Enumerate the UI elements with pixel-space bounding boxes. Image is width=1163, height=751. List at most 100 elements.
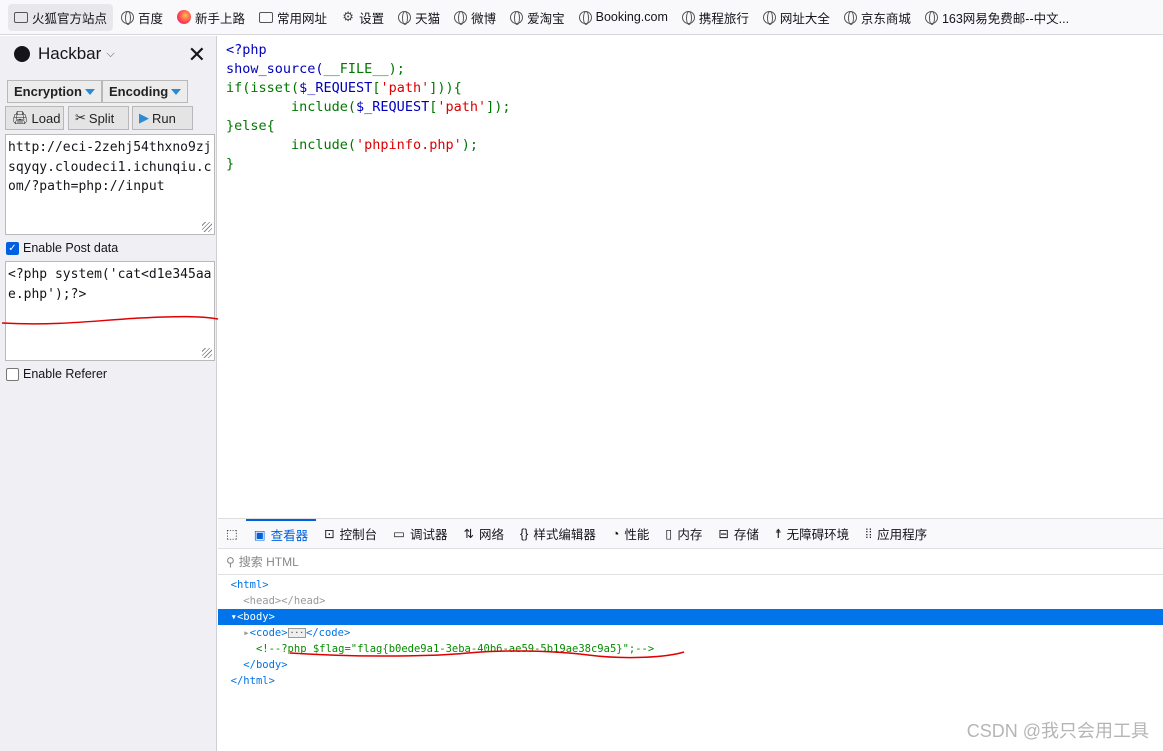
split-label: Split (88, 110, 115, 126)
tab-label: 存储 (733, 528, 759, 542)
braces-icon: {} (519, 526, 529, 541)
bookmarks-toolbar: 火狐官方站点 百度 新手上路 常用网址 ⚙ 设置 天猫 微博 爱淘宝 Bookin… (0, 0, 1163, 35)
url-textarea[interactable]: http://eci-2zehj54thxno9zjsqyqy.cloudeci… (5, 134, 215, 235)
tree-node-html[interactable]: <html> (218, 577, 1163, 593)
tree-node-body-close[interactable]: </body> (218, 657, 1163, 673)
tab-application[interactable]: ⁞⁞ 应用程序 (857, 519, 935, 549)
bookmark-label: 天猫 (415, 11, 441, 26)
folder-icon (14, 11, 28, 23)
load-button[interactable]: 🖨 Load (5, 106, 64, 130)
tab-label: 样式编辑器 (533, 528, 596, 542)
tab-network[interactable]: ⇅ 网络 (455, 519, 512, 549)
folder-icon (259, 11, 274, 23)
element-picker-button[interactable]: ⬚ (218, 519, 246, 549)
bookmark-label: 微博 (471, 11, 497, 26)
bookmark-item[interactable]: 163网易免费邮--中文... (919, 4, 1075, 31)
tab-storage[interactable]: ⊟ 存储 (710, 519, 767, 549)
dropdown-arrow-icon (84, 88, 95, 95)
code-line: }else{ (226, 118, 275, 134)
inspector-icon: ▣ (253, 528, 266, 542)
bookmark-label: 常用网址 (277, 11, 328, 26)
tab-label: 网络 (478, 528, 504, 542)
globe-icon (762, 10, 776, 25)
url-text: http://eci-2zehj54thxno9zjsqyqy.cloudeci… (8, 140, 212, 194)
bookmark-label: 163网易免费邮--中文... (941, 11, 1070, 26)
watermark: CSDN @我只会用工具 (966, 721, 1149, 741)
bookmark-label: 网址大全 (779, 11, 830, 26)
sidebar-header[interactable]: Hackbar ⌵ (0, 36, 216, 72)
network-icon: ⇅ (463, 527, 474, 541)
tab-label: 控制台 (339, 528, 378, 542)
tree-node-body[interactable]: ▾<body> (218, 609, 1163, 625)
bookmark-item[interactable]: 爱淘宝 (504, 4, 571, 31)
bookmark-item[interactable]: 百度 (115, 4, 169, 31)
ellipsis-button[interactable]: ··· (287, 628, 307, 638)
bookmark-item[interactable]: 天猫 (392, 4, 446, 31)
encryption-dropdown[interactable]: Encryption (7, 80, 102, 103)
bookmark-label: Booking.com (595, 10, 668, 24)
checkbox-checked-icon: ✓ (6, 241, 19, 255)
encoding-dropdown[interactable]: Encoding (102, 80, 189, 103)
bookmark-item[interactable]: 新手上路 (171, 4, 251, 31)
tree-node-code[interactable]: ▸<code> ··· </code> (218, 625, 1163, 641)
picker-icon: ⬚ (226, 527, 238, 541)
search-html-input[interactable]: ⚲ 搜索 HTML (218, 549, 1163, 575)
hackbar-logo-icon (14, 46, 30, 62)
tab-console[interactable]: ⊡ 控制台 (316, 519, 385, 549)
split-button[interactable]: ✂ Split (68, 106, 129, 130)
gear-icon: ⚙ (342, 9, 354, 24)
tab-label: 性能 (624, 528, 650, 542)
storage-icon: ⊟ (718, 527, 729, 541)
globe-icon (681, 10, 695, 25)
resize-grip[interactable] (202, 348, 212, 358)
load-icon: 🖨 (12, 110, 29, 125)
bookmark-item[interactable]: Booking.com (573, 6, 674, 28)
accessibility-icon: ☨ (774, 527, 782, 541)
tab-memory[interactable]: ▯ 内存 (657, 519, 710, 549)
tab-style-editor[interactable]: {} 样式编辑器 (512, 519, 604, 549)
tab-label: 查看器 (270, 529, 309, 543)
tab-label: 内存 (677, 528, 703, 542)
globe-icon (454, 10, 468, 25)
close-icon[interactable]: ✕ (188, 42, 206, 68)
enable-post-label: Enable Post data (23, 241, 119, 255)
bookmark-item[interactable]: 京东商城 (838, 4, 917, 31)
tree-node-html-close[interactable]: </html> (218, 673, 1163, 689)
bookmark-item[interactable]: ⚙ 设置 (335, 4, 390, 31)
tab-label: 无障碍环境 (786, 528, 850, 542)
bookmark-item[interactable]: 火狐官方站点 (8, 3, 114, 31)
enable-referer-checkbox[interactable]: Enable Referer (6, 367, 107, 381)
search-icon: ⚲ (226, 554, 235, 569)
load-label: Load (31, 110, 61, 126)
post-data-textarea[interactable]: <?php system('cat<d1e345aae.php');?> (5, 261, 215, 361)
tab-accessibility[interactable]: ☨ 无障碍环境 (767, 519, 857, 549)
bookmark-item[interactable]: 常用网址 (253, 4, 333, 31)
enable-referer-label: Enable Referer (23, 367, 108, 381)
bookmark-label: 爱淘宝 (527, 11, 565, 26)
enable-post-checkbox[interactable]: ✓ Enable Post data (6, 241, 118, 255)
encoding-label: Encoding (109, 84, 169, 99)
chevron-down-icon: ⌵ (106, 47, 115, 60)
tab-inspector[interactable]: ▣ 查看器 (245, 518, 317, 549)
scissors-icon: ✂ (75, 110, 86, 125)
bookmark-item[interactable]: 网址大全 (757, 4, 836, 31)
tab-performance[interactable]: ◔ 性能 (604, 519, 658, 549)
tree-node-head[interactable]: <head></head> (218, 593, 1163, 609)
bookmark-item[interactable]: 携程旅行 (676, 4, 755, 31)
bookmark-label: 携程旅行 (698, 11, 749, 26)
firefox-icon (177, 10, 192, 24)
php-source: <?php show_source(__FILE__); if(isset($_RE… (226, 41, 511, 174)
resize-grip[interactable] (202, 222, 212, 232)
globe-icon (398, 10, 412, 25)
chip-icon: ▯ (665, 527, 673, 541)
globe-icon (121, 10, 135, 25)
bookmark-item[interactable]: 微博 (448, 4, 502, 31)
grid-icon: ⁞⁞ (865, 526, 873, 541)
encryption-label: Encryption (14, 84, 82, 99)
bookmark-label: 设置 (359, 11, 385, 26)
tree-node-comment[interactable]: <!--?php $flag="flag{b0ede9a1-3eba-40b6-… (218, 641, 1163, 657)
search-placeholder: 搜索 HTML (238, 555, 299, 569)
tab-label: 调试器 (409, 528, 448, 542)
tab-debugger[interactable]: ▭ 调试器 (385, 519, 455, 549)
run-button[interactable]: ▶ Run (132, 106, 193, 130)
